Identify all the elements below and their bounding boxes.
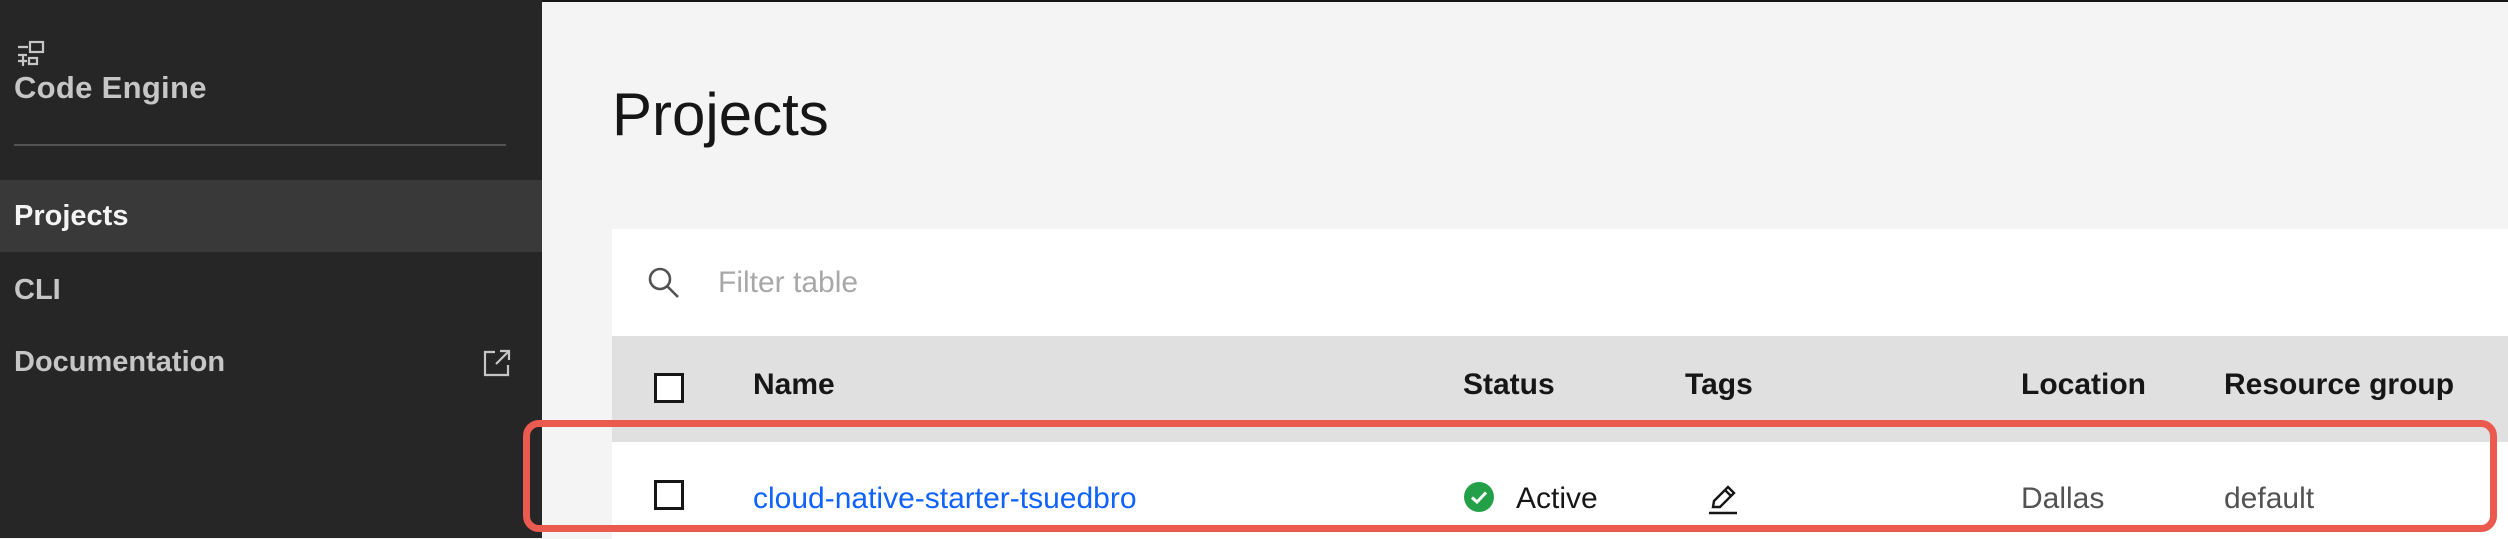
location-cell: Dallas xyxy=(2021,482,2105,515)
resource-group-cell: default xyxy=(2224,482,2315,515)
sidebar-divider xyxy=(14,144,506,146)
select-all-checkbox[interactable] xyxy=(654,373,684,403)
table-header: Name Status Tags Location Resource group xyxy=(612,336,2508,441)
table-row: cloud-native-starter-tsuedbro Active Dal… xyxy=(612,441,2508,539)
launch-icon xyxy=(483,349,511,377)
app-title: Code Engine xyxy=(14,70,207,105)
sidebar-item-label: CLI xyxy=(14,273,61,306)
project-name-link[interactable]: cloud-native-starter-tsuedbro xyxy=(753,482,1137,516)
sidebar-item-label: Projects xyxy=(14,199,129,232)
column-header-tags[interactable]: Tags xyxy=(1685,368,1753,402)
checkmark-filled-icon xyxy=(1464,482,1494,512)
sidebar-item-projects[interactable]: Projects xyxy=(0,180,542,252)
column-header-name[interactable]: Name xyxy=(753,368,835,402)
sidebar: Code Engine Projects CLI Documentation xyxy=(0,0,542,538)
search-icon xyxy=(648,267,679,298)
filter-table-input[interactable] xyxy=(716,249,2420,317)
sidebar-item-label: Documentation xyxy=(14,345,226,378)
status-text: Active xyxy=(1516,482,1598,515)
projects-table: Name Status Tags Location Resource group… xyxy=(612,229,2508,539)
column-header-location[interactable]: Location xyxy=(2021,368,2146,402)
row-select-checkbox[interactable] xyxy=(654,480,684,510)
page-title: Projects xyxy=(612,81,829,148)
column-header-resource-group[interactable]: Resource group xyxy=(2224,368,2454,402)
sidebar-item-cli[interactable]: CLI xyxy=(0,254,542,326)
code-engine-icon xyxy=(18,40,45,66)
sidebar-item-documentation[interactable]: Documentation xyxy=(0,326,542,398)
table-toolbar xyxy=(612,229,2508,336)
edit-icon[interactable] xyxy=(1706,482,1740,516)
column-header-status[interactable]: Status xyxy=(1463,368,1555,402)
